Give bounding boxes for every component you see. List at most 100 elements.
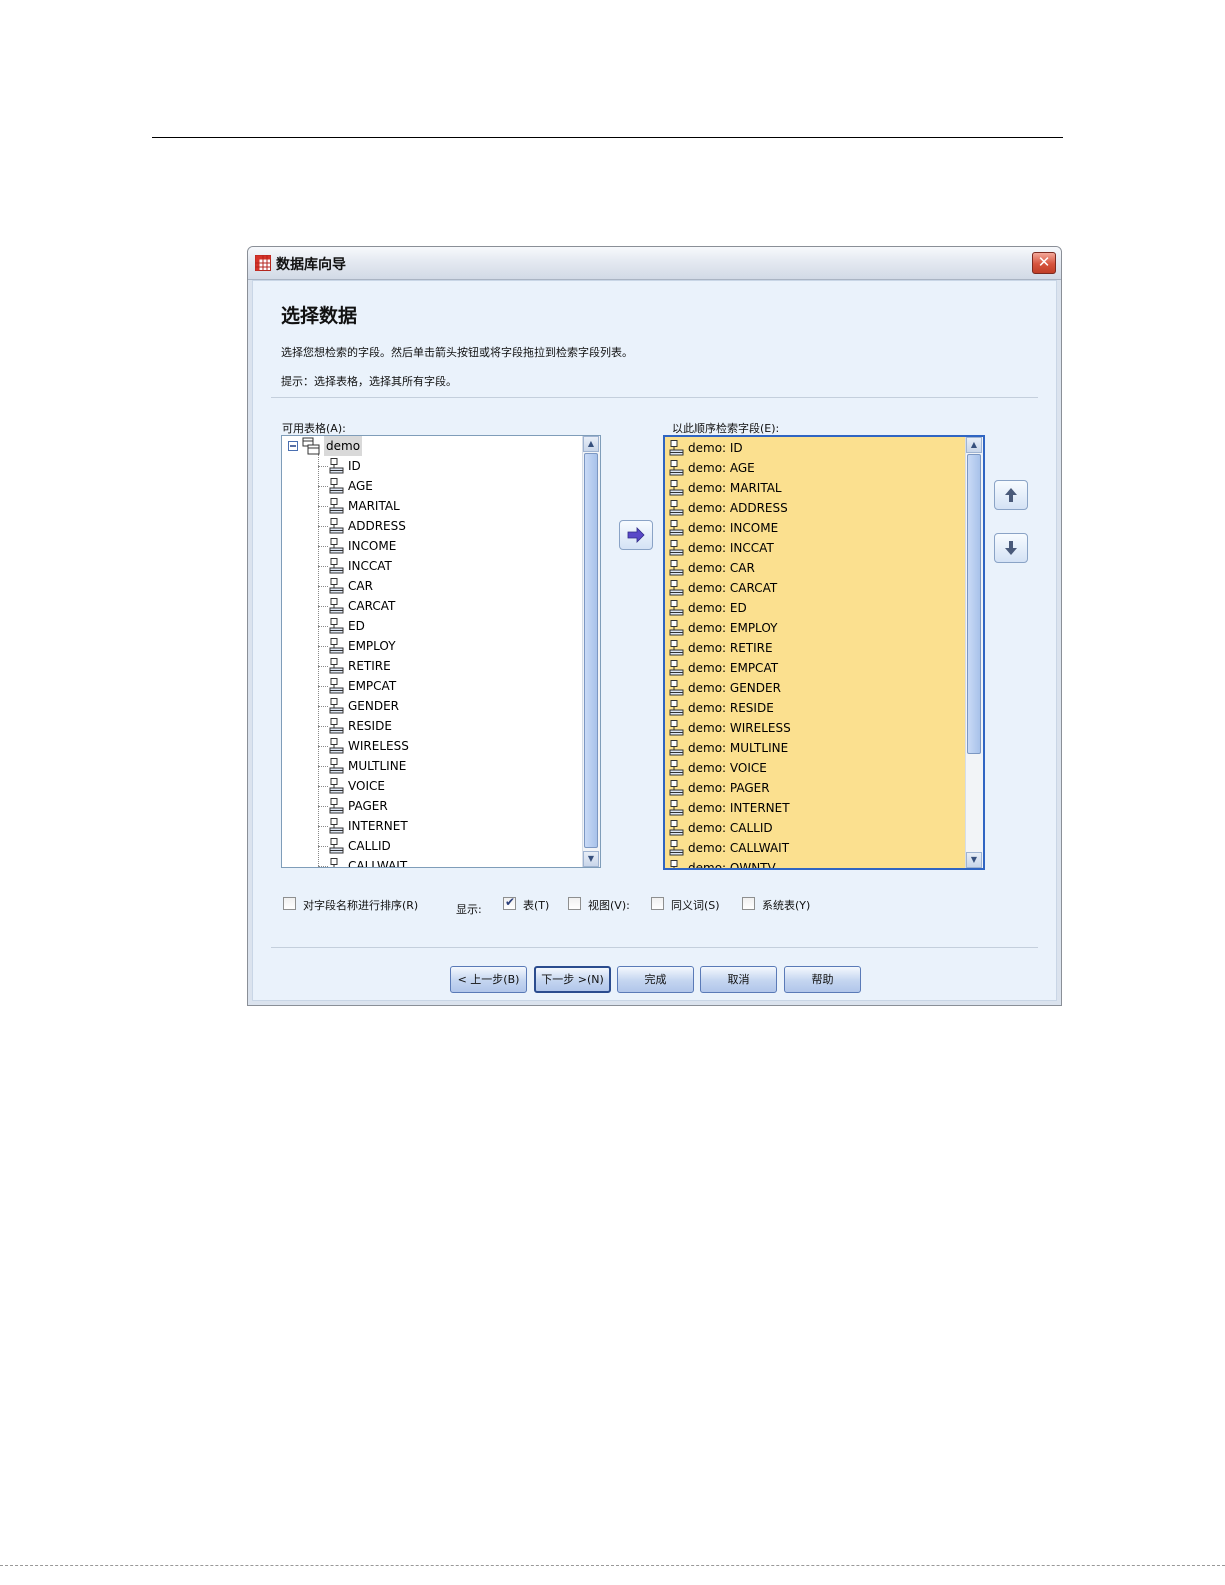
- arrow-down-icon: [1005, 541, 1017, 555]
- tree-branch-connector: [318, 786, 328, 787]
- move-down-button[interactable]: [994, 533, 1028, 563]
- scroll-thumb[interactable]: [584, 453, 598, 848]
- views-checkbox[interactable]: 视图(V):: [568, 897, 643, 912]
- title-bar[interactable]: 数据库向导 ✕: [248, 247, 1061, 280]
- field-node-icon: [670, 860, 678, 868]
- retrieve-scrollbar[interactable]: ▲ ▼: [965, 437, 983, 868]
- checkbox-box[interactable]: [742, 897, 755, 910]
- field-name: demo: EMPCAT: [688, 661, 779, 675]
- available-scrollbar[interactable]: ▲ ▼: [582, 436, 600, 867]
- sort-fields-label: 对字段名称进行排序(R): [303, 899, 419, 912]
- synonyms-checkbox[interactable]: 同义词(S): [651, 897, 731, 912]
- retrieve-fields-label: 以此顺序检索字段(E):: [672, 422, 780, 435]
- table-grid-icon: [255, 255, 271, 271]
- field-node-icon: [329, 618, 344, 634]
- field-name: RETIRE: [348, 659, 391, 673]
- table-node-icon: [302, 437, 320, 455]
- tree-branch-connector: [318, 726, 328, 727]
- instruction-text: 选择您想检索的字段。然后单击箭头按钮或将字段拖拉到检索字段列表。: [281, 346, 633, 359]
- field-node-icon: [669, 560, 684, 576]
- field-node-icon: [329, 658, 344, 674]
- field-node-icon: [329, 498, 344, 514]
- close-button[interactable]: ✕: [1032, 252, 1056, 274]
- field-name: MULTLINE: [348, 759, 407, 773]
- close-icon: ✕: [1037, 253, 1051, 271]
- field-node-icon: [329, 778, 344, 794]
- dialog-title: 数据库向导: [276, 257, 346, 273]
- field-name: RESIDE: [348, 719, 392, 733]
- tables-checkbox[interactable]: 表(T): [503, 895, 563, 912]
- tree-branch-connector: [318, 586, 328, 587]
- collapse-icon: [288, 441, 298, 451]
- scroll-up-arrow[interactable]: ▲: [583, 436, 599, 452]
- add-field-button[interactable]: [619, 520, 653, 550]
- views-label: 视图(V):: [588, 899, 630, 912]
- field-node-icon: [669, 780, 684, 796]
- field-node-icon: [329, 558, 344, 574]
- finish-button[interactable]: 完成: [617, 966, 694, 993]
- footer-divider: [271, 947, 1038, 948]
- field-name: CALLWAIT: [348, 859, 408, 867]
- field-name: demo: CAR: [688, 561, 755, 575]
- checkbox-box[interactable]: [503, 895, 516, 910]
- field-name: EMPLOY: [348, 639, 396, 653]
- header-divider: [271, 397, 1038, 398]
- retrieve-fields-list[interactable]: demo: ID demo: AGE demo: MARITAL demo: ADDR…: [663, 435, 985, 870]
- tree-branch-connector: [318, 706, 328, 707]
- field-node-icon: [669, 760, 684, 776]
- tree-branch-connector: [318, 846, 328, 847]
- field-node-icon: [669, 440, 684, 456]
- checkbox-box[interactable]: [283, 897, 296, 910]
- field-name: demo: WIRELESS: [688, 721, 791, 735]
- scroll-up-arrow[interactable]: ▲: [966, 437, 982, 453]
- cancel-button[interactable]: 取消: [700, 966, 777, 993]
- field-name: VOICE: [348, 779, 385, 793]
- checkbox-box[interactable]: [568, 897, 581, 910]
- help-button[interactable]: 帮助: [784, 966, 861, 993]
- field-name: ID: [348, 459, 361, 473]
- scroll-thumb[interactable]: [967, 454, 981, 754]
- field-name: demo: INTERNET: [688, 801, 790, 815]
- field-node-icon: [329, 758, 344, 774]
- field-node-icon: [669, 640, 684, 656]
- arrow-up-icon: [1005, 488, 1017, 502]
- field-name: PAGER: [348, 799, 388, 813]
- field-name: INTERNET: [348, 819, 408, 833]
- tree-branch-connector: [318, 686, 328, 687]
- field-name: demo: CALLID: [688, 821, 773, 835]
- tree-branch-connector: [318, 566, 328, 567]
- system-tables-checkbox[interactable]: 系统表(Y): [742, 897, 822, 912]
- retrieve-rows: demo: ID demo: AGE demo: MARITAL demo: ADDR…: [665, 437, 966, 868]
- field-node-icon: [669, 460, 684, 476]
- field-name: demo: OWNTV: [688, 861, 776, 868]
- sort-fields-checkbox[interactable]: 对字段名称进行排序(R): [283, 897, 443, 912]
- field-name: ADDRESS: [348, 519, 406, 533]
- field-name: demo: ID: [688, 441, 743, 455]
- synonyms-label: 同义词(S): [671, 899, 720, 912]
- tables-label: 表(T): [523, 899, 550, 912]
- field-name: demo: INCCAT: [688, 541, 774, 555]
- field-node-icon: [669, 820, 684, 836]
- back-button[interactable]: < 上一步(B): [450, 966, 527, 993]
- field-name: WIRELESS: [348, 739, 409, 753]
- move-up-button[interactable]: [994, 480, 1028, 510]
- field-node-icon: [330, 858, 338, 867]
- field-name: AGE: [348, 479, 373, 493]
- show-label: 显示:: [456, 903, 482, 916]
- page-heading: 选择数据: [281, 305, 358, 327]
- available-tables-tree[interactable]: demo ID AGE MARITAL ADDRESS INCOME INCCAT CAR C…: [281, 435, 601, 868]
- tree-branch-connector: [318, 526, 328, 527]
- checkbox-box[interactable]: [651, 897, 664, 910]
- field-node-icon: [329, 818, 344, 834]
- field-node-icon: [329, 518, 344, 534]
- scroll-down-arrow[interactable]: ▼: [583, 851, 599, 867]
- field-name: demo: RESIDE: [688, 701, 774, 715]
- field-node-icon: [669, 680, 684, 696]
- field-node-icon: [669, 520, 684, 536]
- field-name: demo: ADDRESS: [688, 501, 788, 515]
- tree-branch-connector: [318, 486, 328, 487]
- tree-branch-connector: [318, 546, 328, 547]
- scroll-down-arrow[interactable]: ▼: [966, 852, 982, 868]
- next-button[interactable]: 下一步 >(N): [534, 966, 611, 993]
- available-tables-label: 可用表格(A):: [282, 422, 346, 435]
